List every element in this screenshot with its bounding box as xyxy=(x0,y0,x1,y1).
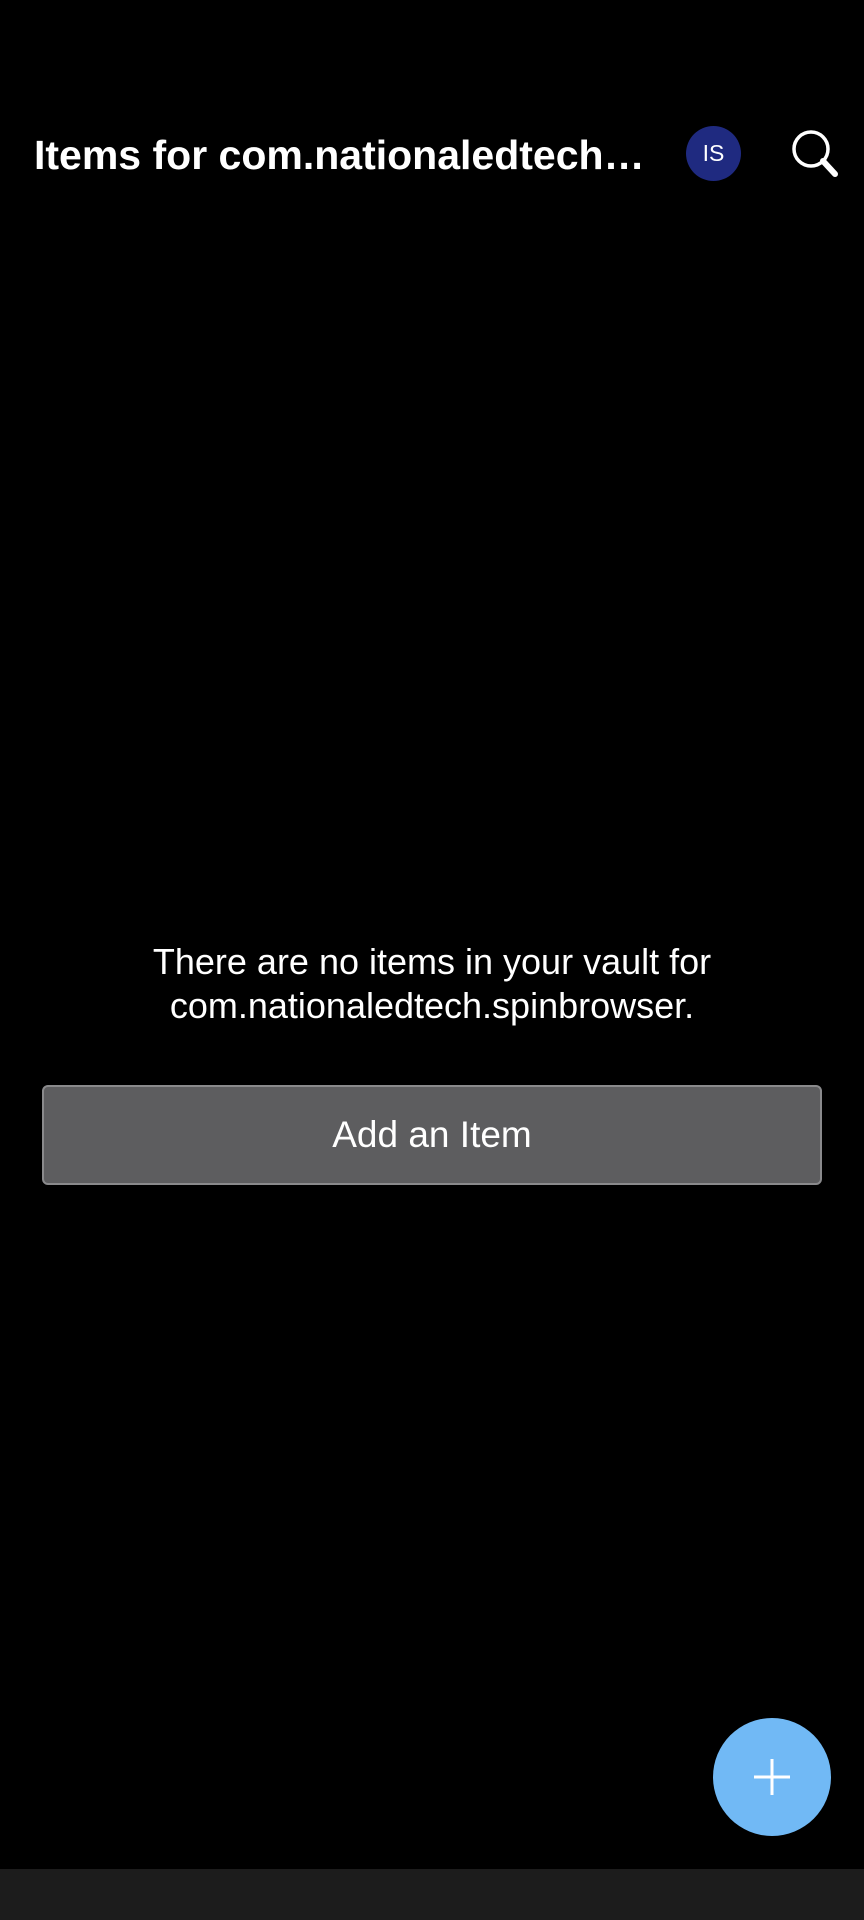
empty-vault-message: There are no items in your vault for com… xyxy=(40,940,824,1028)
system-navigation-bar xyxy=(0,1869,864,1920)
empty-message-line-1: There are no items in your vault for xyxy=(152,941,712,982)
add-fab-button[interactable] xyxy=(713,1718,831,1836)
page-title: Items for com.nationaledtech.spinbrowser xyxy=(34,132,646,178)
app-bar: Items for com.nationaledtech.spinbrowser… xyxy=(0,96,864,212)
account-avatar[interactable]: IS xyxy=(686,126,741,181)
add-item-button[interactable]: Add an Item xyxy=(42,1085,822,1185)
search-button[interactable] xyxy=(788,126,844,182)
empty-message-line-2: com.nationaledtech.spinbrowser. xyxy=(169,985,695,1026)
plus-icon xyxy=(754,1759,790,1795)
search-icon xyxy=(792,130,838,177)
status-bar xyxy=(0,0,864,96)
